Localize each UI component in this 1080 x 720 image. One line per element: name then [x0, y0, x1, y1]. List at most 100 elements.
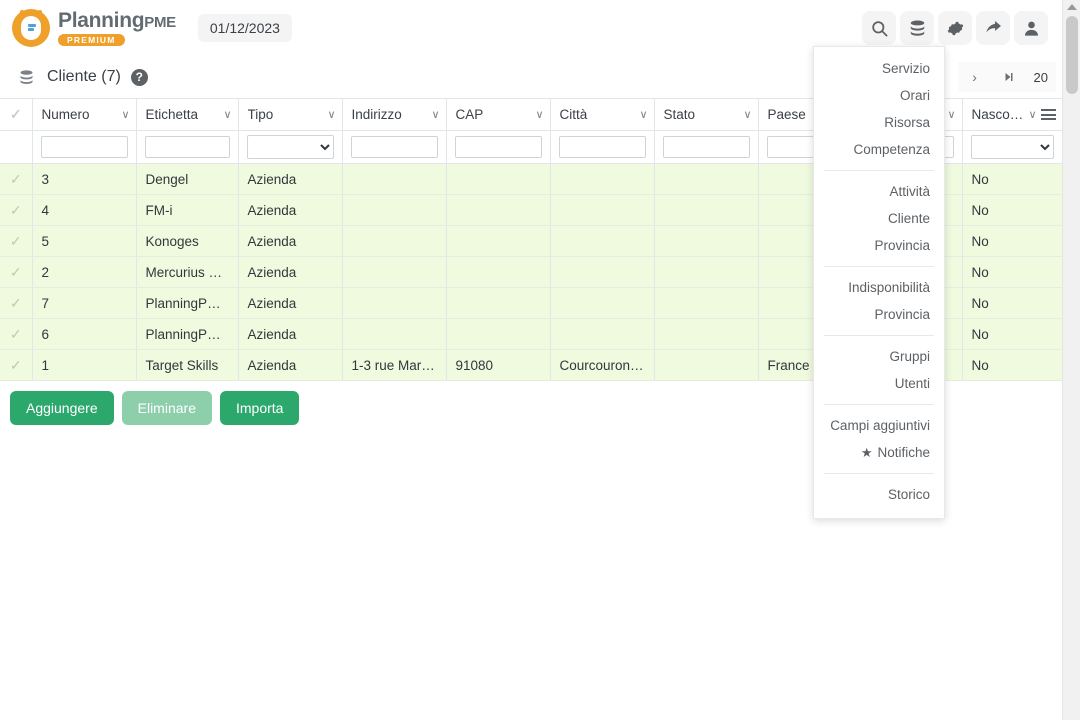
- column-header-etichetta[interactable]: Etichetta ∨: [136, 99, 239, 131]
- cell-cap[interactable]: [446, 256, 551, 288]
- page-size-value[interactable]: 20: [1025, 62, 1056, 92]
- filter-input-citta[interactable]: [558, 136, 646, 158]
- cell-nascosto[interactable]: No: [962, 318, 1063, 350]
- column-header-indirizzo[interactable]: Indirizzo ∨: [342, 99, 447, 131]
- row-check-icon[interactable]: ✓: [0, 226, 31, 256]
- cell-stato[interactable]: [654, 349, 759, 381]
- row-check-icon[interactable]: ✓: [0, 319, 31, 349]
- gear-icon[interactable]: [938, 11, 972, 45]
- cell-cap[interactable]: [446, 225, 551, 257]
- cell-tipo[interactable]: Azienda: [238, 225, 343, 257]
- cell-indirizzo[interactable]: 1-3 rue Marc...: [342, 349, 447, 381]
- cell-numero[interactable]: 5: [32, 225, 137, 257]
- share-arrow-icon[interactable]: [976, 11, 1010, 45]
- cell-tipo[interactable]: Azienda: [238, 287, 343, 319]
- row-check-icon[interactable]: ✓: [0, 288, 31, 318]
- cell-citta[interactable]: [550, 194, 655, 226]
- menu-item-utenti[interactable]: Utenti: [814, 370, 944, 397]
- cell-nascosto[interactable]: No: [962, 194, 1063, 226]
- column-header-numero[interactable]: Numero ∨: [32, 99, 137, 131]
- menu-item-notifiche[interactable]: ★ Notifiche: [814, 439, 944, 466]
- menu-item-campi-aggiuntivi[interactable]: Campi aggiuntivi: [814, 412, 944, 439]
- chevron-down-icon[interactable]: ∨: [639, 108, 647, 121]
- cell-etichetta[interactable]: Dengel: [136, 163, 239, 195]
- cell-nascosto[interactable]: No: [962, 287, 1063, 319]
- column-header-nascosto[interactable]: Nascosto ...∨: [962, 99, 1063, 131]
- menu-item-competenza[interactable]: Competenza: [814, 136, 944, 163]
- cell-etichetta[interactable]: Mercurius Bu...: [136, 256, 239, 288]
- select-all-header[interactable]: ✓: [0, 99, 33, 131]
- cell-etichetta[interactable]: Konoges: [136, 225, 239, 257]
- vertical-scrollbar[interactable]: [1062, 0, 1080, 720]
- row-select-cell[interactable]: ✓: [0, 318, 33, 350]
- cell-stato[interactable]: [654, 318, 759, 350]
- cell-citta[interactable]: Courcouronn...: [550, 349, 655, 381]
- menu-item-cliente[interactable]: Cliente: [814, 205, 944, 232]
- help-icon[interactable]: ?: [130, 68, 148, 86]
- filter-input-cap[interactable]: [454, 136, 542, 158]
- row-select-cell[interactable]: ✓: [0, 163, 33, 195]
- app-logo[interactable]: PlanningPME PREMIUM: [0, 9, 176, 47]
- menu-item-servizio[interactable]: Servizio: [814, 55, 944, 82]
- menu-item-attivit-[interactable]: Attività: [814, 178, 944, 205]
- row-check-icon[interactable]: ✓: [0, 350, 31, 380]
- filter-input-indirizzo[interactable]: [350, 136, 438, 158]
- cell-etichetta[interactable]: Target Skills: [136, 349, 239, 381]
- cell-tipo[interactable]: Azienda: [238, 318, 343, 350]
- cell-etichetta[interactable]: PlanningPME...: [136, 318, 239, 350]
- cell-etichetta[interactable]: PlanningPME...: [136, 287, 239, 319]
- cell-indirizzo[interactable]: [342, 256, 447, 288]
- row-check-icon[interactable]: ✓: [0, 164, 31, 194]
- menu-item-storico[interactable]: Storico: [814, 481, 944, 508]
- cell-indirizzo[interactable]: [342, 225, 447, 257]
- chevron-down-icon[interactable]: ∨: [535, 108, 543, 121]
- cell-citta[interactable]: [550, 225, 655, 257]
- cell-citta[interactable]: [550, 163, 655, 195]
- cell-numero[interactable]: 4: [32, 194, 137, 226]
- cell-numero[interactable]: 7: [32, 287, 137, 319]
- menu-item-gruppi[interactable]: Gruppi: [814, 343, 944, 370]
- delete-button[interactable]: Eliminare: [121, 391, 212, 425]
- row-select-cell[interactable]: ✓: [0, 225, 33, 257]
- cell-indirizzo[interactable]: [342, 318, 447, 350]
- database-icon[interactable]: [900, 11, 934, 45]
- cell-stato[interactable]: [654, 194, 759, 226]
- filter-input-stato[interactable]: [662, 136, 750, 158]
- row-select-cell[interactable]: ✓: [0, 349, 33, 381]
- cell-etichetta[interactable]: FM-i: [136, 194, 239, 226]
- cell-numero[interactable]: 6: [32, 318, 137, 350]
- row-select-cell[interactable]: ✓: [0, 194, 33, 226]
- cell-numero[interactable]: 3: [32, 163, 137, 195]
- cell-nascosto[interactable]: No: [962, 225, 1063, 257]
- chevron-down-icon[interactable]: ∨: [431, 108, 439, 121]
- pagination-last-button[interactable]: [991, 62, 1026, 92]
- column-menu-hamburger-icon[interactable]: [1040, 109, 1056, 120]
- pagination-next-button[interactable]: ›: [957, 62, 992, 92]
- cell-cap[interactable]: [446, 287, 551, 319]
- cell-nascosto[interactable]: No: [962, 163, 1063, 195]
- cell-citta[interactable]: [550, 318, 655, 350]
- import-button[interactable]: Importa: [219, 391, 300, 425]
- cell-stato[interactable]: [654, 256, 759, 288]
- cell-tipo[interactable]: Azienda: [238, 194, 343, 226]
- cell-stato[interactable]: [654, 287, 759, 319]
- cell-indirizzo[interactable]: [342, 194, 447, 226]
- cell-cap[interactable]: 91080: [446, 349, 551, 381]
- chevron-down-icon[interactable]: ∨: [743, 108, 751, 121]
- menu-item-provincia[interactable]: Provincia: [814, 232, 944, 259]
- row-check-icon[interactable]: ✓: [0, 257, 31, 287]
- filter-select-tipo[interactable]: [246, 135, 334, 159]
- filter-select-nascosto[interactable]: [970, 135, 1054, 159]
- menu-item-orari[interactable]: Orari: [814, 82, 944, 109]
- cell-nascosto[interactable]: No: [962, 349, 1063, 381]
- column-header-tipo[interactable]: Tipo ∨: [238, 99, 343, 131]
- filter-input-etichetta[interactable]: [144, 136, 230, 158]
- chevron-down-icon[interactable]: ∨: [223, 108, 231, 121]
- cell-indirizzo[interactable]: [342, 287, 447, 319]
- cell-citta[interactable]: [550, 256, 655, 288]
- chevron-down-icon[interactable]: ∨: [327, 108, 335, 121]
- cell-indirizzo[interactable]: [342, 163, 447, 195]
- filter-input-numero[interactable]: [40, 136, 128, 158]
- scroll-up-arrow-icon[interactable]: [1067, 4, 1077, 10]
- cell-numero[interactable]: 2: [32, 256, 137, 288]
